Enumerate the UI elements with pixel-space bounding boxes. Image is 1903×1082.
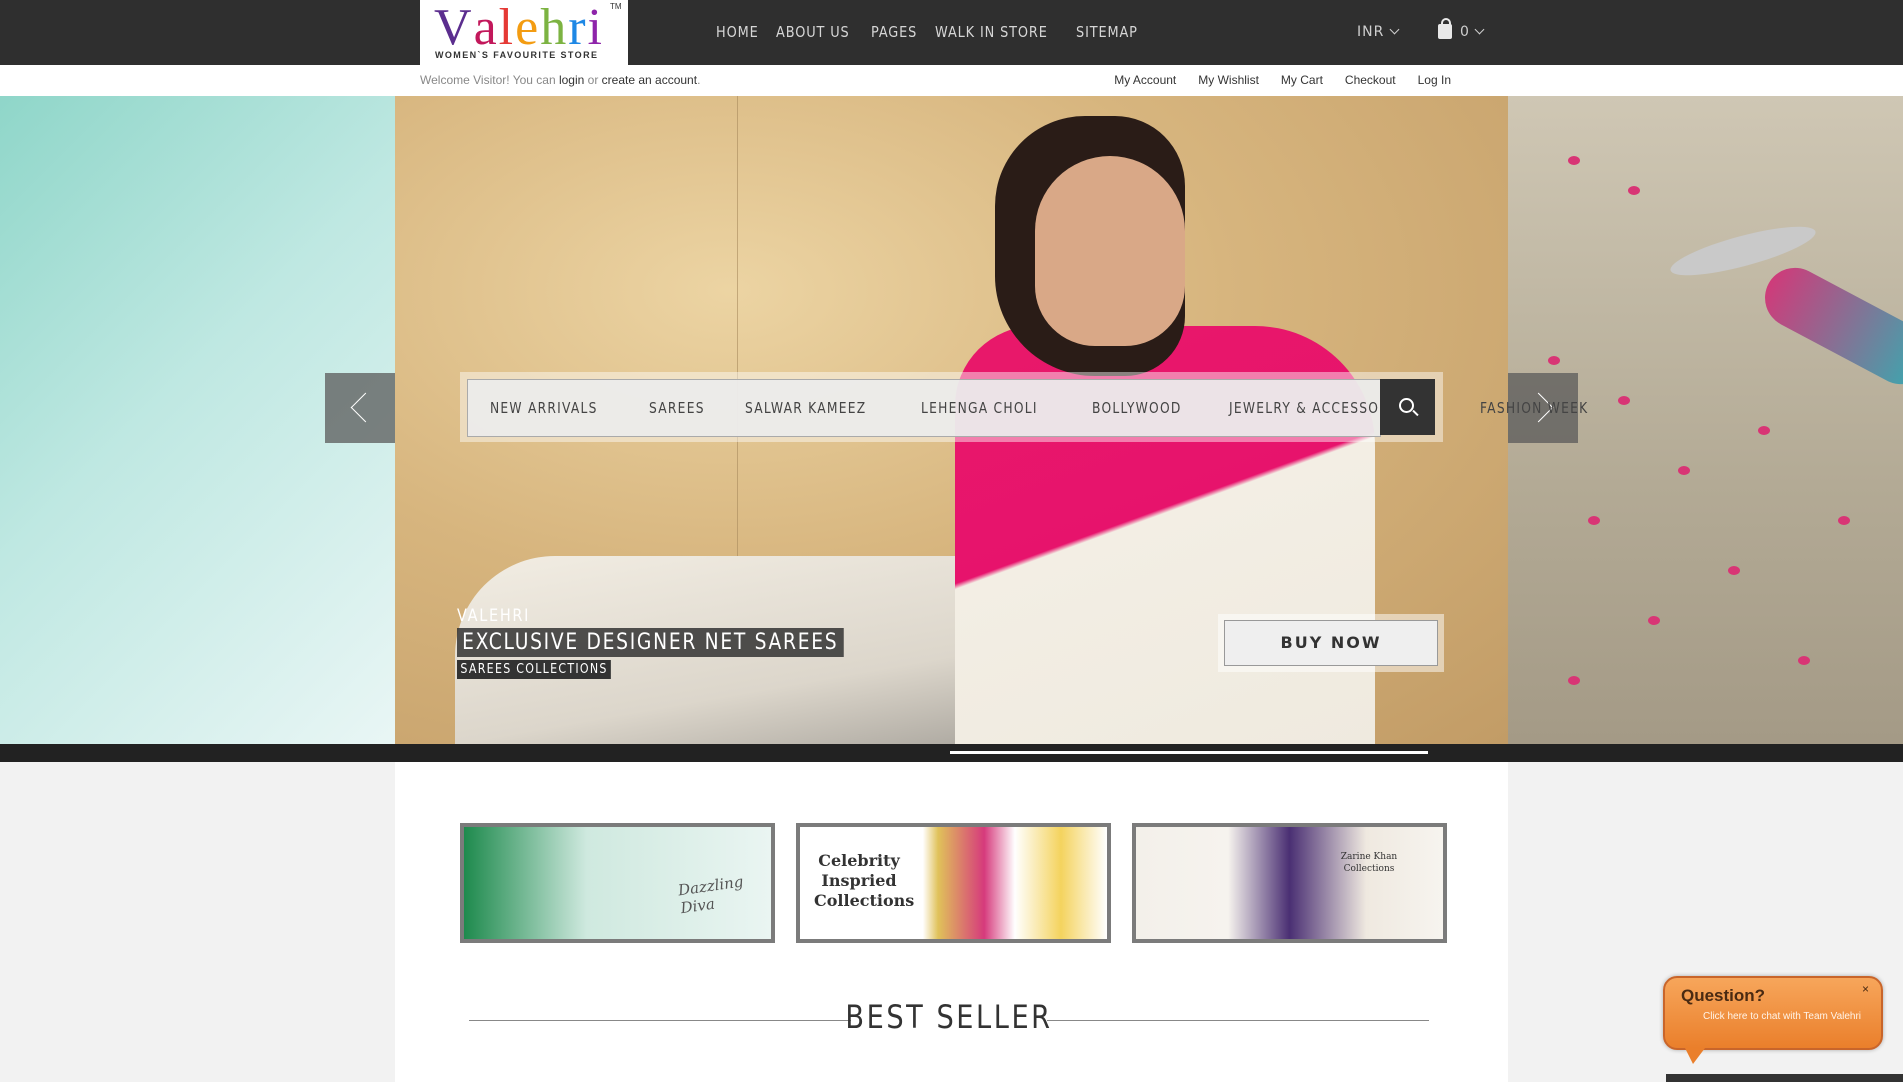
nav-about-us[interactable]: ABOUT US: [764, 0, 862, 65]
section-title: BEST SELLER: [845, 998, 1053, 1036]
currency-selector[interactable]: INR: [1357, 0, 1400, 65]
chat-bar[interactable]: [1666, 1074, 1903, 1082]
rose-petal: [1568, 676, 1580, 685]
category-list: NEW ARRIVALS SAREES SALWAR KAMEEZ LEHENG…: [490, 380, 1640, 436]
nav-pages[interactable]: PAGES: [859, 0, 929, 65]
nav-home[interactable]: HOME: [704, 0, 771, 65]
chat-title: Question?: [1681, 986, 1766, 1005]
category-new-arrivals[interactable]: NEW ARRIVALS: [490, 380, 640, 436]
category-bar: NEW ARRIVALS SAREES SALWAR KAMEEZ LEHENG…: [460, 372, 1587, 442]
checkout-link[interactable]: Checkout: [1345, 65, 1396, 96]
logo-letter: e: [515, 0, 541, 56]
rose-petal: [1678, 466, 1690, 475]
logo-letter: r: [568, 0, 588, 56]
rose-petal: [1838, 516, 1850, 525]
slide-caption: VALEHRI EXCLUSIVE DESIGNER NET SAREES SA…: [457, 606, 912, 679]
wall-texture: [737, 96, 738, 596]
rose-petal: [1758, 426, 1770, 435]
slide-title: EXCLUSIVE DESIGNER NET SAREES: [457, 628, 844, 657]
category-salwar-kameez[interactable]: SALWAR KAMEEZ: [745, 380, 909, 436]
nav-walk-in-store[interactable]: WALK IN STORE: [923, 0, 1060, 65]
chat-bubble-tail: [1685, 1048, 1705, 1064]
best-seller-heading: BEST SELLER: [469, 998, 1429, 1038]
chat-subtitle: Click here to chat with Team Valehri: [1703, 1011, 1862, 1022]
currency-label: INR: [1357, 24, 1385, 40]
category-fashion-week[interactable]: FASHION WEEK: [1480, 380, 1631, 436]
category-sarees[interactable]: SAREES: [649, 380, 747, 436]
welcome-prefix: Welcome Visitor! You can: [420, 73, 559, 87]
category-bollywood[interactable]: BOLLYWOOD: [1092, 380, 1224, 436]
search-icon[interactable]: [1380, 379, 1435, 435]
main-nav: HOME ABOUT US PAGES WALK IN STORE SITEMA…: [704, 0, 1146, 65]
cart-count: 0: [1460, 24, 1469, 40]
rose-petal: [1728, 566, 1740, 575]
rose-petal: [1568, 156, 1580, 165]
create-account-link[interactable]: create an account: [602, 73, 697, 87]
chevron-down-icon: [1474, 24, 1485, 35]
rose-petal: [1548, 356, 1560, 365]
logo-letter: a: [473, 0, 499, 56]
logo-letter: h: [540, 0, 569, 56]
welcome-message: Welcome Visitor! You can login or create…: [420, 65, 700, 96]
banner-caption: Celebrity Inspried Collections: [814, 851, 915, 910]
slide-subtitle: SAREES COLLECTIONS: [457, 660, 612, 679]
rose-petal: [1588, 516, 1600, 525]
logo-letter: V: [434, 0, 474, 56]
buy-now-container: BUY NOW: [1218, 614, 1444, 672]
my-cart-link[interactable]: My Cart: [1281, 65, 1323, 96]
main-content: Dazzling Diva Celebrity Inspried Collect…: [395, 762, 1508, 1082]
slide-brand: VALEHRI: [457, 606, 531, 626]
slider-prev-button[interactable]: [325, 373, 395, 443]
logo-letter: l: [498, 0, 516, 56]
site-logo[interactable]: Valehri TM WOMEN`S FAVOURITE STORE: [420, 0, 628, 65]
close-icon[interactable]: ×: [1862, 982, 1869, 996]
logo-wordmark: Valehri: [434, 2, 604, 54]
nav-sitemap[interactable]: SITEMAP: [1064, 0, 1150, 65]
category-lehenga-choli[interactable]: LEHENGA CHOLI: [921, 380, 1080, 436]
welcome-or: or: [584, 73, 602, 87]
category-menu: NEW ARRIVALS SAREES SALWAR KAMEEZ LEHENG…: [467, 379, 1587, 437]
promo-banner-dazzling-diva[interactable]: Dazzling Diva: [460, 823, 775, 943]
account-links: My Account My Wishlist My Cart Checkout …: [1114, 65, 1451, 96]
rose-petal: [1648, 616, 1660, 625]
log-in-link[interactable]: Log In: [1418, 65, 1451, 96]
slider-progress-fill: [950, 751, 1428, 754]
model-face: [1035, 156, 1185, 346]
rose-petal: [1628, 186, 1640, 195]
slider-progress-bar: [0, 744, 1903, 762]
top-navigation-bar: Valehri TM WOMEN`S FAVOURITE STORE HOME …: [0, 0, 1903, 65]
promo-banner-zarine-khan[interactable]: Zarine Khan Collections: [1132, 823, 1447, 943]
chevron-down-icon: [1389, 24, 1400, 35]
logo-trademark: TM: [610, 2, 622, 11]
banner-caption: Zarine Khan Collections: [1340, 852, 1398, 874]
shopping-bag-icon: [1438, 18, 1452, 39]
rose-petal: [1798, 656, 1810, 665]
arm-with-bangles: [1754, 257, 1903, 395]
my-wishlist-link[interactable]: My Wishlist: [1198, 65, 1259, 96]
buy-now-button[interactable]: BUY NOW: [1224, 620, 1438, 666]
chat-widget[interactable]: Question? Click here to chat with Team V…: [1663, 976, 1883, 1064]
welcome-suffix: .: [697, 73, 701, 87]
logo-letter: i: [587, 0, 604, 56]
account-bar: Welcome Visitor! You can login or create…: [0, 65, 1903, 97]
promo-banner-celebrity-inspired[interactable]: Celebrity Inspried Collections: [796, 823, 1111, 943]
my-account-link[interactable]: My Account: [1114, 65, 1176, 96]
cart-button[interactable]: 0: [1438, 0, 1485, 65]
banner-caption: Dazzling Diva: [676, 872, 745, 918]
logo-tagline: WOMEN`S FAVOURITE STORE: [435, 50, 599, 60]
login-link[interactable]: login: [559, 73, 584, 87]
